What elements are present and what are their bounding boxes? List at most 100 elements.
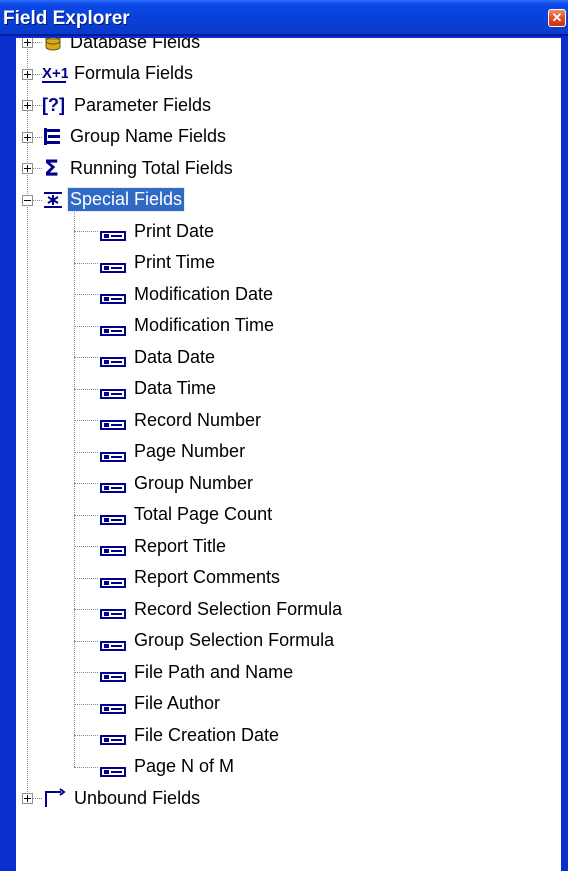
tree-item-unbound-fields[interactable]: Unbound Fields (42, 784, 202, 812)
special-field-item[interactable]: Total Page Count (100, 501, 274, 529)
special-field-label: File Author (134, 693, 221, 713)
formula-icon: X+1 (42, 63, 69, 85)
special-field-item[interactable]: Record Selection Formula (100, 595, 344, 623)
tree-connector (74, 766, 98, 768)
special-field-item[interactable]: Modification Time (100, 312, 276, 340)
special-field-label: Total Page Count (134, 504, 273, 524)
group-name-icon (42, 126, 64, 148)
special-field-label: Data Date (134, 346, 216, 367)
field-icon (100, 478, 126, 493)
special-field-label: Data Time (134, 378, 217, 398)
tree-item-label: Formula Fields (74, 63, 194, 83)
field-icon (100, 636, 126, 651)
sigma-icon: Σ (42, 157, 64, 182)
expander-minus-icon[interactable] (22, 194, 33, 206)
field-icon (100, 226, 126, 241)
field-tree[interactable]: Database Fields X+1 Formula Fields [?] Param… (16, 38, 561, 871)
expander-plus-icon[interactable] (22, 38, 33, 48)
expander-plus-icon[interactable] (22, 793, 33, 804)
parameter-icon: [?] (42, 94, 68, 116)
expander-plus-icon[interactable] (22, 163, 33, 174)
special-field-label: Print Date (134, 220, 215, 241)
special-field-item[interactable]: Data Time (100, 375, 218, 403)
special-field-item[interactable]: Report Title (100, 532, 228, 560)
tree-item-label: Unbound Fields (74, 787, 201, 808)
special-field-item[interactable]: File Author (100, 690, 222, 718)
special-field-item[interactable]: Report Comments (100, 564, 282, 592)
special-field-item[interactable]: Page N of M (100, 753, 236, 781)
tree-connector (33, 136, 42, 138)
tree-connector (74, 325, 98, 327)
field-icon (100, 510, 126, 525)
special-field-item[interactable]: Data Date (100, 343, 217, 371)
tree-connector (74, 640, 98, 642)
tree-connector (74, 420, 98, 421)
svg-text:[?]: [?] (42, 95, 65, 115)
tree-item-running-total-fields[interactable]: Σ Running Total Fields (42, 154, 235, 182)
special-field-label: Record Number (134, 409, 262, 430)
special-field-item[interactable]: File Path and Name (100, 658, 295, 686)
special-field-label: Report Title (134, 535, 227, 556)
tree-item-label: Special Fields (66, 187, 186, 212)
tree-connector (74, 211, 75, 767)
tree-item-label: Database Fields (70, 38, 201, 52)
special-field-item[interactable]: File Creation Date (100, 721, 281, 749)
tree-connector (27, 38, 28, 792)
field-icon (100, 604, 126, 619)
database-icon (42, 38, 64, 53)
tree-connector (74, 294, 98, 295)
field-icon (100, 667, 126, 682)
special-field-item[interactable]: Group Selection Formula (100, 627, 336, 655)
tree-connector (74, 262, 98, 264)
expander-plus-icon[interactable] (22, 100, 33, 111)
special-field-item[interactable]: Print Date (100, 217, 216, 245)
special-field-label: Group Selection Formula (134, 630, 335, 650)
tree-connector (33, 105, 42, 106)
title-bar[interactable]: Field Explorer ✕ (0, 0, 568, 36)
tree-item-database-fields[interactable]: Database Fields (42, 38, 202, 56)
special-field-label: Record Selection Formula (134, 598, 343, 619)
tree-item-formula-fields[interactable]: X+1 Formula Fields (42, 60, 195, 88)
special-field-item[interactable]: Group Number (100, 469, 255, 497)
tree-connector (74, 388, 98, 390)
tree-item-group-name-fields[interactable]: Group Name Fields (42, 123, 228, 151)
field-icon (100, 289, 126, 304)
tree-item-parameter-fields[interactable]: [?] Parameter Fields (42, 91, 213, 119)
window-title: Field Explorer (3, 8, 130, 29)
tree-connector (74, 735, 98, 736)
close-button[interactable]: ✕ (548, 9, 566, 27)
svg-text:Σ: Σ (44, 157, 59, 179)
special-field-label: Report Comments (134, 567, 281, 587)
field-explorer-window: Field Explorer ✕ Database Fields X+1 Formu… (0, 0, 568, 871)
field-icon (100, 352, 126, 367)
expander-plus-icon[interactable] (22, 68, 33, 80)
special-field-item[interactable]: Record Number (100, 406, 263, 434)
unbound-icon (42, 787, 68, 809)
tree-connector (74, 672, 98, 673)
special-field-item[interactable]: Page Number (100, 438, 247, 466)
special-field-item[interactable]: Print Time (100, 249, 217, 277)
field-icon (100, 730, 126, 745)
tree-connector (74, 546, 98, 547)
tree-connector (74, 577, 98, 579)
tree-connector (74, 451, 98, 453)
svg-text:X+1: X+1 (42, 65, 68, 82)
tree-connector (74, 483, 98, 484)
special-field-label: Modification Time (134, 315, 275, 335)
special-field-item[interactable]: Modification Date (100, 280, 275, 308)
tree-item-label: Parameter Fields (74, 94, 212, 115)
tree-item-label: Running Total Fields (70, 157, 233, 178)
special-field-label: Group Number (134, 472, 254, 493)
field-icon (100, 384, 126, 399)
field-icon (100, 321, 126, 336)
tree-item-label: Group Name Fields (70, 126, 227, 146)
expander-plus-icon[interactable] (22, 131, 33, 143)
tree-connector (74, 609, 98, 610)
tree-connector (74, 231, 98, 232)
tree-connector (74, 357, 98, 358)
tree-item-special-fields[interactable]: Special Fields (42, 186, 186, 214)
tree-connector (74, 703, 98, 705)
field-icon (100, 573, 126, 588)
special-fields-icon (42, 189, 64, 211)
special-field-label: File Path and Name (134, 661, 294, 682)
